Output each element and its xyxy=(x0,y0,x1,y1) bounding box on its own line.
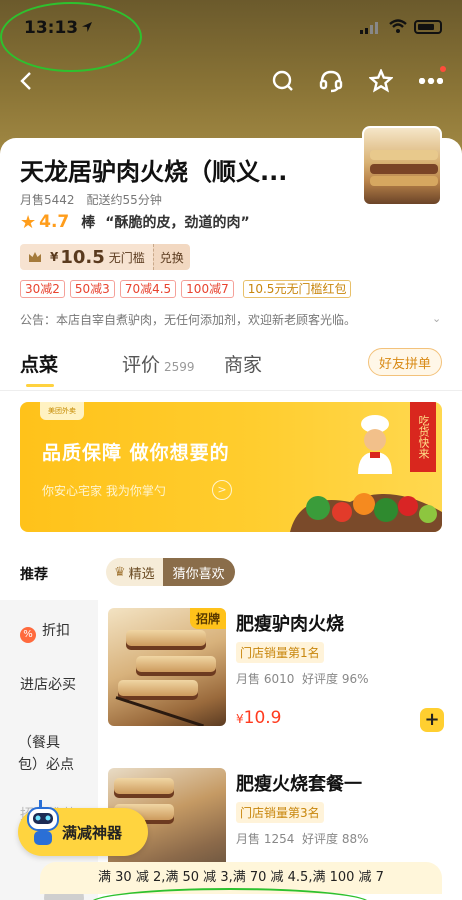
promo-tag: 50减3 xyxy=(69,280,115,298)
shop-meta: 月售5442 配送约55分钟 xyxy=(20,191,162,208)
status-bar: 13:13 xyxy=(0,0,462,72)
divider xyxy=(0,390,462,391)
top-nav xyxy=(0,64,462,100)
dish-monthly-sales: 月售 1254 xyxy=(236,832,295,846)
dish-name: 肥瘦火烧套餐一 xyxy=(236,774,362,795)
filter-selected[interactable]: ♛ 精选 xyxy=(106,558,163,586)
star-icon: ★ xyxy=(20,211,37,233)
delivery-time: 配送约55分钟 xyxy=(86,193,162,207)
annotation-circle xyxy=(0,2,142,72)
bun-shape xyxy=(126,630,206,650)
back-button[interactable] xyxy=(10,64,44,98)
price-currency: ¥ xyxy=(236,712,244,726)
dish-rating: 好评度 96% xyxy=(302,672,369,686)
sidebar-item-label: （餐具 xyxy=(18,735,60,751)
group-order-button[interactable]: 好友拼单 xyxy=(368,348,442,376)
battery-icon xyxy=(414,20,442,34)
rating-word: 棒 xyxy=(81,215,96,231)
dish-image: 招牌 xyxy=(108,608,226,726)
tab-merchant[interactable]: 商家 xyxy=(224,350,262,377)
tab-underline xyxy=(26,384,54,387)
tab-reviews-label: 评价 xyxy=(122,354,161,376)
promo-tag: 30减2 xyxy=(20,280,65,298)
crown-icon: ♛ xyxy=(114,564,126,580)
dish-sales: 月售 6010 好评度 96% xyxy=(236,670,369,687)
wifi-icon xyxy=(389,19,407,33)
price-value: 10.9 xyxy=(243,708,282,728)
red-packet-tag: 10.5元无门槛红包 xyxy=(242,280,352,298)
discount-helper-button[interactable]: 满减神器 xyxy=(18,800,148,856)
shop-thumbnail[interactable] xyxy=(362,126,442,206)
customer-service-button[interactable] xyxy=(314,64,348,98)
promo-tag: 100减7 xyxy=(181,280,234,298)
sidebar-item-must-buy[interactable]: 进店必买 xyxy=(0,674,98,696)
thumb-meat-layer xyxy=(370,164,438,174)
star-outline-icon xyxy=(369,69,393,93)
sidebar-item-discount[interactable]: % 折扣 xyxy=(0,620,98,643)
bun-shape xyxy=(136,656,216,676)
chopsticks xyxy=(115,696,204,726)
add-to-cart-button[interactable]: + xyxy=(420,708,444,732)
review-count: 2599 xyxy=(164,360,195,374)
discount-icon: % xyxy=(20,627,36,643)
banner-go-icon: > xyxy=(212,480,232,500)
dish-sales: 月售 1254 好评度 88% xyxy=(236,830,369,847)
bun-shape xyxy=(114,778,174,798)
promo-tags: 30减2 50减3 70减4.5 100减7 10.5元无门槛红包 xyxy=(20,280,352,298)
dish-monthly-sales: 月售 6010 xyxy=(236,672,295,686)
vegetables-illustration xyxy=(290,493,442,532)
notification-dot xyxy=(440,66,446,72)
thumb-bun-layer xyxy=(370,176,438,186)
dish-name: 肥瘦驴肉火烧 xyxy=(236,614,344,635)
redeem-button[interactable]: 兑换 xyxy=(152,244,190,270)
rating-score: 4.7 xyxy=(39,212,70,232)
coupon-amount: 10.5 xyxy=(60,246,105,268)
customer-service-icon xyxy=(319,70,343,93)
promo-tag: 70减4.5 xyxy=(119,280,177,298)
tab-reviews[interactable]: 评价 2599 xyxy=(122,350,195,377)
coupon-value: ¥ 10.5 无门槛 xyxy=(20,244,153,270)
filter-selected-label: 精选 xyxy=(128,566,155,582)
chevron-left-icon xyxy=(20,72,31,90)
dish-rank: 门店销量第3名 xyxy=(236,802,324,823)
bun-shape xyxy=(118,680,198,700)
member-coupon[interactable]: ¥ 10.5 无门槛 兑换 xyxy=(20,244,190,270)
shop-rating[interactable]: ★ 4.7 棒 “酥脆的皮，劲道的肉” xyxy=(20,211,250,233)
discount-helper-label: 满减神器 xyxy=(62,823,123,842)
banner-subline: 你安心宅家 我为你掌勺 xyxy=(42,484,166,498)
chevron-down-icon[interactable]: ⌄ xyxy=(432,312,441,325)
crown-icon xyxy=(29,252,41,262)
tab-menu[interactable]: 点菜 xyxy=(20,350,58,377)
rating-quote: “酥脆的皮，劲道的肉” xyxy=(105,215,250,231)
dish-item[interactable]: 招牌 肥瘦驴肉火烧 门店销量第1名 月售 6010 好评度 96% ¥10.9 … xyxy=(108,608,448,748)
dish-filter: ♛ 精选 猜你喜欢 xyxy=(106,558,235,586)
coupon-condition: 无门槛 xyxy=(108,250,145,265)
banner-flag: 吃货快来 xyxy=(410,402,436,472)
cellular-signal-icon xyxy=(360,22,378,34)
sidebar-item-tableware[interactable]: （餐具 包）必点 xyxy=(0,732,98,776)
promo-banner[interactable]: 美团外卖 品质保障 做你想要的 你安心宅家 我为你掌勺 > 吃货快来 xyxy=(20,402,442,532)
meituan-logo: 美团外卖 xyxy=(40,402,84,420)
dish-rating: 好评度 88% xyxy=(302,832,369,846)
signature-badge: 招牌 xyxy=(189,608,226,629)
shop-title: 天龙居驴肉火烧（顺义... xyxy=(20,158,288,186)
filter-guess-you-like[interactable]: 猜你喜欢 xyxy=(162,558,235,586)
sidebar-item-label: 包）必点 xyxy=(18,757,74,773)
thumb-bun-layer xyxy=(370,150,438,160)
more-dots-icon xyxy=(419,78,443,84)
coupon-currency: ¥ xyxy=(50,250,59,264)
shop-notice[interactable]: 公告：本店自宰自煮驴肉，无任何添加剂，欢迎新老顾客光临。 xyxy=(20,311,430,328)
sidebar-item-recommend[interactable]: 推荐 xyxy=(0,564,98,586)
banner-headline: 品质保障 做你想要的 xyxy=(42,442,230,464)
chef-illustration xyxy=(358,415,392,474)
dish-rank: 门店销量第1名 xyxy=(236,642,324,663)
search-button[interactable] xyxy=(266,64,300,98)
dish-price: ¥10.9 xyxy=(236,708,282,728)
favorite-button[interactable] xyxy=(364,64,398,98)
robot-icon xyxy=(27,800,59,845)
search-icon xyxy=(272,70,293,91)
monthly-sales: 月售5442 xyxy=(20,193,75,207)
sidebar-item-label: 折扣 xyxy=(42,623,70,639)
